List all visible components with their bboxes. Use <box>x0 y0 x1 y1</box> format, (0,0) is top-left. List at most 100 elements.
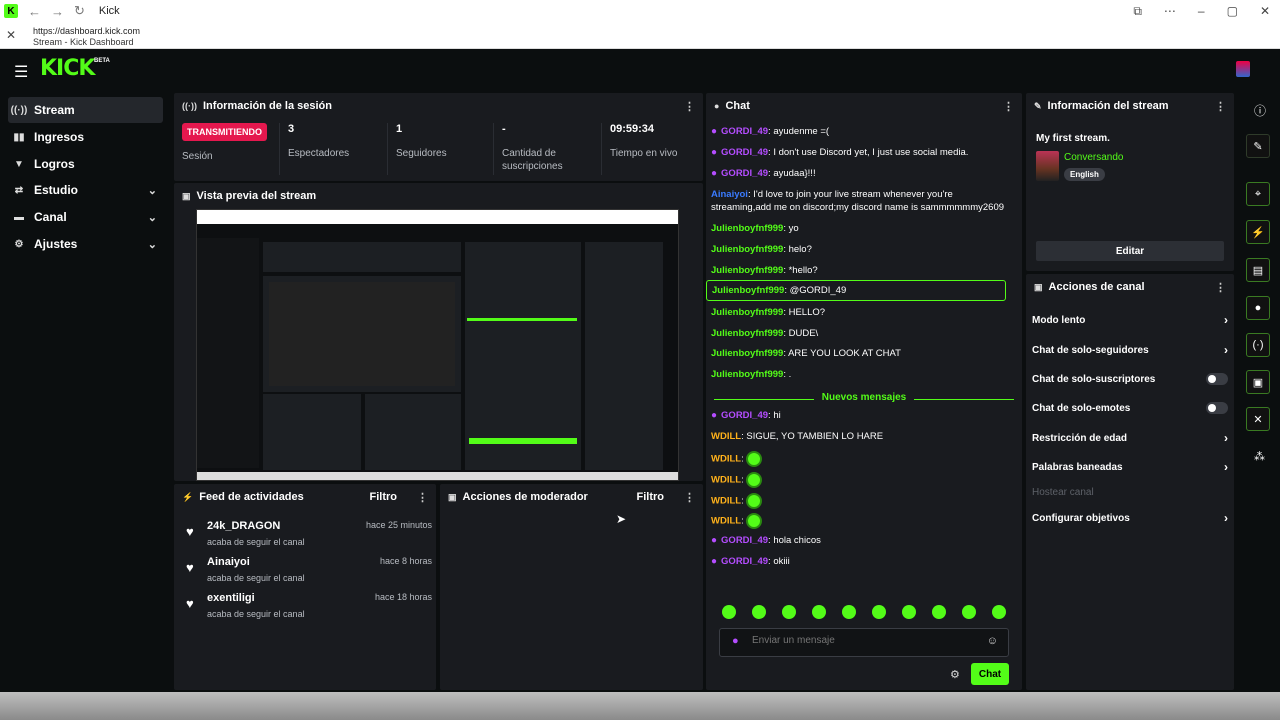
chat-username[interactable]: Julienboyfnf999 <box>711 307 783 318</box>
more-options-icon[interactable]: ⋮ <box>1215 281 1226 294</box>
sidebar-item-ajustes[interactable]: ⚙ Ajustes ⌄ <box>8 231 163 257</box>
info-icon[interactable]: ⓘ <box>1254 102 1266 119</box>
edit-stream-button[interactable]: Editar <box>1036 241 1224 261</box>
emote-icon[interactable] <box>782 605 796 619</box>
gear-icon[interactable]: ⚙ <box>950 668 960 681</box>
chat-username[interactable]: GORDI_49 <box>721 556 768 567</box>
emote-icon[interactable] <box>902 605 916 619</box>
chat-username[interactable]: Ainaiyoi <box>711 189 748 200</box>
emote-icon[interactable] <box>746 472 763 488</box>
chat-username[interactable]: Julienboyfnf999 <box>712 285 784 296</box>
back-icon[interactable]: ← <box>28 4 41 19</box>
close-window-icon[interactable]: ✕ <box>1260 4 1270 19</box>
chat-username[interactable]: GORDI_49 <box>721 147 768 158</box>
translate-icon[interactable]: ⧉ <box>1133 4 1142 19</box>
emote-bar <box>722 605 1006 619</box>
emote-icon[interactable] <box>746 451 763 467</box>
emote-icon[interactable] <box>812 605 826 619</box>
menu-icon[interactable]: ☰ <box>14 62 28 82</box>
action-slow-mode[interactable]: Modo lento › <box>1032 310 1228 330</box>
broadcast-icon[interactable]: (·) <box>1246 333 1270 357</box>
more-icon[interactable]: ⋯ <box>1164 4 1176 19</box>
trophy-icon: ▼ <box>14 158 24 170</box>
layout-icon[interactable]: ▣ <box>1246 370 1270 394</box>
activity-user[interactable]: exentiligi <box>207 592 255 604</box>
url-text[interactable]: https://dashboard.kick.com <box>33 26 140 36</box>
more-options-icon[interactable]: ⋮ <box>1215 100 1226 113</box>
activity-desc: acaba de seguir el canal <box>207 609 305 619</box>
activity-user[interactable]: 24k_DRAGON <box>207 520 280 532</box>
more-options-icon[interactable]: ⋮ <box>417 491 428 504</box>
action-banned-words[interactable]: Palabras baneadas › <box>1032 457 1228 477</box>
stream-category[interactable]: Conversando <box>1064 152 1123 163</box>
chat-send-button[interactable]: Chat <box>971 663 1009 685</box>
kick-logo[interactable]: KICK <box>40 56 95 81</box>
sidebar-item-estudio[interactable]: ⇄ Estudio ⌄ <box>8 177 163 203</box>
chat-username[interactable]: Julienboyfnf999 <box>711 265 783 276</box>
reload-icon[interactable]: ↻ <box>74 3 85 19</box>
moderator-filter-button[interactable]: Filtro <box>637 491 665 503</box>
session-stats: TRANSMITIENDO Sesión 3 Espectadores 1 Se… <box>174 123 704 175</box>
lightning-icon[interactable]: ⚡ <box>1246 220 1270 244</box>
emote-icon[interactable] <box>962 605 976 619</box>
maximize-icon[interactable]: ▢ <box>1227 4 1238 19</box>
minimize-icon[interactable]: – <box>1198 4 1205 19</box>
app-header: ☰ KICK BETA <box>0 49 1280 90</box>
more-options-icon[interactable]: ⋮ <box>1003 100 1014 113</box>
activity-filter-button[interactable]: Filtro <box>370 491 398 503</box>
action-configure-goals[interactable]: Configurar objetivos › <box>1032 508 1228 528</box>
emote-icon[interactable] <box>872 605 886 619</box>
sidebar-item-logros[interactable]: ▼ Logros <box>8 151 163 177</box>
close-icon[interactable]: ✕ <box>6 28 16 42</box>
emote-icon[interactable] <box>746 493 763 509</box>
emote-icon[interactable] <box>746 513 763 529</box>
chat-username[interactable]: WDILL <box>711 496 741 507</box>
chat-username[interactable]: WDILL <box>711 431 741 442</box>
emote-icon[interactable] <box>752 605 766 619</box>
sidebar-item-ingresos[interactable]: ▮▮ Ingresos <box>8 124 163 150</box>
wrench-icon[interactable]: ✕ <box>1246 407 1270 431</box>
emote-icon[interactable] <box>932 605 946 619</box>
activity-time: hace 18 horas <box>374 592 432 602</box>
chat-username[interactable]: Julienboyfnf999 <box>711 244 783 255</box>
pencil-icon: ✎ <box>1034 100 1042 111</box>
activity-item: ♥ Ainaiyoi hace 8 horas acaba de seguir … <box>186 556 432 590</box>
emotes-only-toggle[interactable] <box>1206 402 1228 414</box>
chat-username[interactable]: GORDI_49 <box>721 168 768 179</box>
action-age-restriction[interactable]: Restricción de edad › <box>1032 428 1228 448</box>
chat-username[interactable]: WDILL <box>711 475 741 486</box>
emoji-icon[interactable]: ☺ <box>987 635 998 647</box>
sidebar-item-label: Canal <box>34 210 67 224</box>
chat-username[interactable]: GORDI_49 <box>721 126 768 137</box>
more-options-icon[interactable]: ⋮ <box>684 491 695 504</box>
sidebar-item-canal[interactable]: ▬ Canal ⌄ <box>8 204 163 230</box>
chat-message: ● GORDI_49: hola chicos <box>711 534 1007 547</box>
add-widget-icon[interactable]: ⁂ <box>1254 450 1265 463</box>
sidebar-item-stream[interactable]: ((·)) Stream <box>8 97 163 123</box>
stream-preview-video[interactable] <box>196 209 679 481</box>
chat-username[interactable]: GORDI_49 <box>721 410 768 421</box>
chat-username[interactable]: WDILL <box>711 454 741 465</box>
document-icon[interactable]: ▤ <box>1246 258 1270 282</box>
emote-icon[interactable] <box>842 605 856 619</box>
forward-icon[interactable]: → <box>51 4 64 19</box>
more-options-icon[interactable]: ⋮ <box>684 100 695 113</box>
chat-username[interactable]: Julienboyfnf999 <box>711 348 783 359</box>
chat-username[interactable]: GORDI_49 <box>721 535 768 546</box>
pencil-icon[interactable]: ✎ <box>1246 134 1270 158</box>
session-info-panel: ((·)) Información de la sesión ⋮ TRANSMI… <box>174 93 703 181</box>
chat-bubble-icon: ● <box>714 101 720 111</box>
chat-username[interactable]: WDILL <box>711 516 741 527</box>
chat-bubble-icon[interactable]: ● <box>1246 296 1270 320</box>
action-followers-only[interactable]: Chat de solo-seguidores › <box>1032 340 1228 360</box>
emote-icon[interactable] <box>992 605 1006 619</box>
emote-icon[interactable] <box>722 605 736 619</box>
subscribers-only-toggle[interactable] <box>1206 373 1228 385</box>
focus-icon[interactable]: ⌖ <box>1246 182 1270 206</box>
chat-username[interactable]: Julienboyfnf999 <box>711 223 783 234</box>
chat-username[interactable]: Julienboyfnf999 <box>711 328 783 339</box>
user-avatar[interactable] <box>1236 61 1250 77</box>
chat-message-input[interactable] <box>752 635 972 646</box>
activity-user[interactable]: Ainaiyoi <box>207 556 250 568</box>
chat-username[interactable]: Julienboyfnf999 <box>711 369 783 380</box>
